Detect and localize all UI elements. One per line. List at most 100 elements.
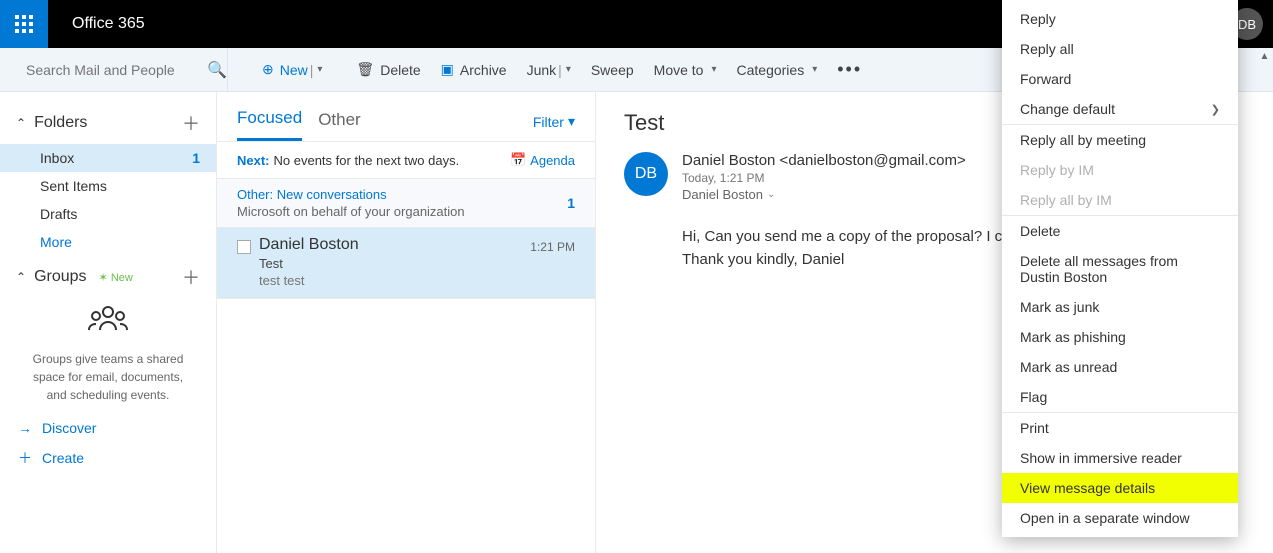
chevron-up-icon: ⌃ bbox=[16, 270, 26, 284]
more-actions-button[interactable]: ••• bbox=[827, 48, 872, 92]
menu-item-label: Reply by IM bbox=[1020, 162, 1094, 178]
calendar-icon: 📅 bbox=[510, 152, 526, 168]
chevron-down-icon: ▾ bbox=[711, 64, 716, 75]
chevron-up-icon: ⌃ bbox=[16, 116, 26, 130]
junk-button[interactable]: Junk |▾ bbox=[517, 48, 581, 92]
new-badge: ✶ New bbox=[99, 271, 133, 284]
moveto-label: Move to bbox=[654, 62, 704, 78]
menu-item-open-in-a-separate-window[interactable]: Open in a separate window bbox=[1002, 503, 1238, 533]
groups-blurb: Groups give teams a shared space for ema… bbox=[0, 340, 216, 414]
tab-other[interactable]: Other bbox=[318, 104, 361, 140]
menu-item-label: Delete bbox=[1020, 223, 1060, 239]
archive-button[interactable]: ▣ Archive bbox=[431, 48, 517, 92]
categories-label: Categories bbox=[737, 62, 805, 78]
menu-item-mark-as-phishing[interactable]: Mark as phishing bbox=[1002, 322, 1238, 352]
menu-item-reply-all[interactable]: Reply all bbox=[1002, 34, 1238, 64]
sidebar-item-sent-items[interactable]: Sent Items bbox=[0, 172, 216, 200]
menu-item-label: Delete all messages from Dustin Boston bbox=[1020, 253, 1220, 285]
message-checkbox[interactable] bbox=[237, 240, 251, 254]
message-list-item[interactable]: Daniel Boston Test test test 1:21 PM bbox=[217, 228, 595, 299]
delete-button[interactable]: 🗑 Delete bbox=[346, 48, 430, 92]
chevron-down-icon: ⌄ bbox=[767, 189, 773, 200]
menu-item-label: Mark as phishing bbox=[1020, 329, 1126, 345]
chevron-right-icon: ❯ bbox=[1211, 103, 1220, 116]
brand-label: Office 365 bbox=[48, 15, 169, 33]
menu-item-reply[interactable]: Reply bbox=[1002, 4, 1238, 34]
message-time: 1:21 PM bbox=[530, 240, 575, 288]
plus-icon: ＋ bbox=[18, 448, 32, 468]
sidebar-item-inbox[interactable]: Inbox1 bbox=[0, 144, 216, 172]
menu-item-label: Reply all bbox=[1020, 41, 1074, 57]
arrow-right-icon: → bbox=[18, 420, 32, 436]
other-count: 1 bbox=[567, 187, 575, 211]
message-subject: Test bbox=[259, 256, 522, 271]
create-label: Create bbox=[42, 450, 84, 466]
sweep-label: Sweep bbox=[591, 62, 634, 78]
other-sub: Microsoft on behalf of your organization bbox=[237, 204, 567, 219]
sidebar-item-more[interactable]: More bbox=[0, 228, 216, 256]
menu-item-mark-as-junk[interactable]: Mark as junk bbox=[1002, 292, 1238, 322]
menu-item-label: Mark as unread bbox=[1020, 359, 1117, 375]
create-button[interactable]: ＋ Create bbox=[0, 442, 216, 474]
menu-item-flag[interactable]: Flag bbox=[1002, 382, 1238, 412]
menu-item-print[interactable]: Print bbox=[1002, 412, 1238, 443]
menu-item-label: Flag bbox=[1020, 389, 1047, 405]
next-label: Next: bbox=[237, 153, 270, 168]
message-context-menu: Reply Reply all Forward Change default❯ Repl… bbox=[1002, 0, 1238, 537]
moveto-button[interactable]: Move to ▾ bbox=[644, 48, 727, 92]
scroll-up-icon[interactable]: ▲ bbox=[1256, 48, 1273, 64]
message-preview: test test bbox=[259, 273, 522, 288]
sweep-button[interactable]: Sweep bbox=[581, 48, 644, 92]
message-list-pane: Focused Other Filter ▾ Next: No events f… bbox=[216, 92, 596, 553]
app-launcher-button[interactable] bbox=[0, 0, 48, 48]
menu-item-view-message-details[interactable]: View message details bbox=[1002, 473, 1238, 503]
sender-avatar[interactable]: DB bbox=[624, 152, 668, 196]
tab-focused[interactable]: Focused bbox=[237, 102, 302, 141]
menu-item-reply-by-im: Reply by IM bbox=[1002, 155, 1238, 185]
chevron-down-icon: ▾ bbox=[568, 113, 575, 130]
chevron-down-icon[interactable]: ▾ bbox=[317, 64, 322, 75]
nav-sidebar: ⌃ Folders ＋ Inbox1 Sent Items Drafts More ⌃… bbox=[0, 92, 216, 553]
agenda-label: Agenda bbox=[530, 153, 575, 168]
chevron-down-icon: ▾ bbox=[812, 64, 817, 75]
search-icon[interactable]: 🔍 bbox=[207, 60, 227, 80]
groups-header[interactable]: ⌃ Groups ✶ New ＋ bbox=[0, 256, 216, 298]
add-group-button[interactable]: ＋ bbox=[182, 264, 200, 290]
menu-item-delete[interactable]: Delete bbox=[1002, 215, 1238, 246]
menu-item-show-in-immersive-reader[interactable]: Show in immersive reader bbox=[1002, 443, 1238, 473]
message-from: Daniel Boston bbox=[259, 236, 522, 254]
filter-button[interactable]: Filter ▾ bbox=[533, 113, 575, 130]
menu-item-label: Reply bbox=[1020, 11, 1056, 27]
sidebar-item-drafts[interactable]: Drafts bbox=[0, 200, 216, 228]
menu-item-change-default[interactable]: Change default❯ bbox=[1002, 94, 1238, 124]
sidebar-item-label: Sent Items bbox=[40, 178, 107, 194]
search-input[interactable] bbox=[26, 62, 207, 78]
sidebar-item-label: Drafts bbox=[40, 206, 77, 222]
search-box[interactable]: 🔍 bbox=[12, 48, 228, 92]
menu-item-label: Print bbox=[1020, 420, 1049, 436]
menu-item-mark-as-unread[interactable]: Mark as unread bbox=[1002, 352, 1238, 382]
people-icon bbox=[0, 304, 216, 332]
new-button[interactable]: ⊕ New |▾ bbox=[252, 48, 332, 92]
discover-button[interactable]: → Discover bbox=[0, 414, 216, 442]
menu-item-label: Reply all by meeting bbox=[1020, 132, 1146, 148]
menu-item-delete-all-messages-from-dustin-boston[interactable]: Delete all messages from Dustin Boston bbox=[1002, 246, 1238, 292]
other-conversations-banner[interactable]: Other: New conversations Microsoft on be… bbox=[217, 179, 595, 228]
menu-item-label: Reply all by IM bbox=[1020, 192, 1112, 208]
categories-button[interactable]: Categories ▾ bbox=[727, 48, 828, 92]
other-title: Other: New conversations bbox=[237, 187, 567, 202]
menu-item-label: Forward bbox=[1020, 71, 1071, 87]
menu-item-reply-all-by-meeting[interactable]: Reply all by meeting bbox=[1002, 124, 1238, 155]
folders-header[interactable]: ⌃ Folders ＋ bbox=[0, 102, 216, 144]
menu-item-reply-all-by-im: Reply all by IM bbox=[1002, 185, 1238, 215]
next-text: No events for the next two days. bbox=[274, 153, 460, 168]
add-folder-button[interactable]: ＋ bbox=[182, 110, 200, 136]
discover-label: Discover bbox=[42, 420, 96, 436]
archive-icon: ▣ bbox=[441, 61, 454, 78]
menu-item-forward[interactable]: Forward bbox=[1002, 64, 1238, 94]
waffle-icon bbox=[15, 15, 33, 33]
agenda-button[interactable]: 📅 Agenda bbox=[510, 152, 575, 168]
chevron-down-icon[interactable]: ▾ bbox=[566, 64, 571, 75]
plus-circle-icon: ⊕ bbox=[262, 61, 274, 78]
folders-label: Folders bbox=[34, 114, 87, 132]
